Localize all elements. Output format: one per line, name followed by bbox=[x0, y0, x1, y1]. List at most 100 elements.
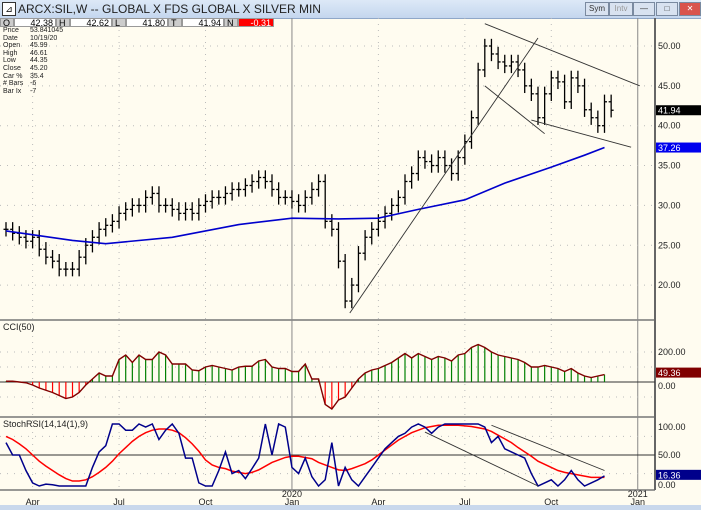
price-bar bbox=[296, 194, 302, 213]
info-panel: Price 53.841045 Date 10/19/20 Open 45.99 High 4… bbox=[3, 27, 63, 95]
y-tick-label: 35.00 bbox=[658, 161, 681, 171]
price-bar bbox=[362, 230, 368, 261]
ma-value-tag: 37.26 bbox=[658, 143, 681, 153]
price-bar bbox=[302, 190, 308, 213]
cci-tick-label: 200.00 bbox=[658, 347, 686, 357]
info-value: 45.20 bbox=[30, 64, 48, 72]
price-bar bbox=[555, 70, 561, 90]
price-bar bbox=[502, 54, 508, 74]
price-bar bbox=[528, 78, 534, 101]
price-bar bbox=[183, 202, 189, 221]
price-bar bbox=[236, 182, 242, 197]
price-bar bbox=[369, 222, 375, 245]
price-bar bbox=[316, 174, 322, 197]
y-tick-label: 20.00 bbox=[658, 280, 681, 290]
trendline bbox=[484, 23, 640, 87]
price-bar bbox=[109, 214, 115, 233]
open-value: 42.38 bbox=[14, 18, 56, 28]
info-key: Bar Ix bbox=[3, 87, 22, 95]
price-bar bbox=[242, 178, 248, 197]
low-key: L bbox=[112, 18, 126, 28]
cci-title: CCI(50) bbox=[3, 322, 35, 332]
price-bar bbox=[262, 170, 268, 189]
price-bar bbox=[50, 250, 56, 269]
price-bar bbox=[562, 74, 568, 109]
price-bar bbox=[43, 242, 49, 265]
x-tick-label: Jan bbox=[630, 497, 645, 505]
last-key: T bbox=[168, 18, 182, 28]
info-row: Low 44.35 bbox=[3, 57, 63, 65]
stochrsi-title: StochRSI(14,14(1),9) bbox=[3, 419, 88, 429]
trendline bbox=[349, 37, 539, 314]
price-bar bbox=[76, 250, 82, 277]
price-bar bbox=[149, 186, 155, 205]
net-key: N bbox=[224, 18, 238, 28]
info-key: Open bbox=[3, 42, 21, 50]
last-price-tag: 41.94 bbox=[658, 106, 681, 116]
price-bar bbox=[409, 166, 415, 189]
info-row: Car % 35.4 bbox=[3, 73, 63, 81]
price-bar bbox=[256, 170, 262, 189]
info-key: High bbox=[3, 49, 18, 57]
chart-canvas[interactable]: Apr Jul Oct2020Jan Apr Jul Oct2021Jan20.0025.… bbox=[0, 0, 701, 505]
x-tick-label: Oct bbox=[198, 497, 213, 505]
info-row: High 46.61 bbox=[3, 50, 63, 58]
price-bar bbox=[482, 38, 488, 78]
price-bar bbox=[136, 198, 142, 213]
info-key: Date bbox=[3, 34, 18, 42]
price-bar bbox=[488, 38, 494, 62]
x-tick-label: Jul bbox=[113, 497, 125, 505]
last-value: 41.94 bbox=[182, 18, 224, 28]
price-bar bbox=[289, 190, 295, 209]
price-bar bbox=[222, 186, 228, 205]
price-bar bbox=[535, 86, 541, 125]
info-row: Close 45.20 bbox=[3, 65, 63, 73]
price-bar bbox=[442, 150, 448, 173]
price-bar bbox=[595, 110, 601, 133]
price-bar bbox=[196, 198, 202, 221]
stoch-trendline bbox=[491, 424, 605, 471]
price-bar bbox=[342, 254, 348, 309]
high-key: H bbox=[56, 18, 70, 28]
high-value: 42.62 bbox=[70, 18, 112, 28]
net-change-value: -0.31 bbox=[238, 18, 274, 28]
price-bar bbox=[96, 222, 102, 245]
info-row: Price 53.841045 bbox=[3, 27, 63, 35]
price-bar bbox=[435, 150, 441, 173]
price-bar bbox=[329, 214, 335, 237]
price-bar bbox=[116, 206, 122, 229]
info-key: Close bbox=[3, 64, 21, 72]
price-bar bbox=[63, 261, 69, 277]
price-bar bbox=[515, 54, 521, 78]
info-key: Price bbox=[3, 27, 19, 34]
cci-tick-label: 0.00 bbox=[658, 381, 676, 391]
price-bar bbox=[89, 230, 95, 253]
info-row: Date 10/19/20 bbox=[3, 35, 63, 43]
price-bar bbox=[475, 62, 481, 125]
x-tick-label: Oct bbox=[544, 497, 559, 505]
info-value: 10/19/20 bbox=[30, 34, 58, 42]
price-bar bbox=[588, 102, 594, 125]
price-bar bbox=[189, 202, 195, 221]
info-row: Bar Ix -7 bbox=[3, 88, 63, 96]
price-bar bbox=[355, 246, 361, 293]
price-bar bbox=[103, 218, 109, 237]
price-bar bbox=[36, 230, 42, 257]
price-bar bbox=[3, 222, 9, 237]
price-bar bbox=[309, 182, 315, 205]
price-bar bbox=[169, 198, 175, 217]
y-tick-label: 45.00 bbox=[658, 81, 681, 91]
x-tick-label: Jan bbox=[285, 497, 300, 505]
price-bar bbox=[176, 202, 182, 221]
ohlc-bar: O 42.38 H 42.62 L 41.80 T 41.94 N -0.31 bbox=[0, 18, 274, 28]
info-row: # Bars -6 bbox=[3, 80, 63, 88]
stoch-tick-label: 100.00 bbox=[658, 422, 686, 432]
price-bar bbox=[395, 190, 401, 213]
status-strip bbox=[0, 505, 701, 510]
info-value: -6 bbox=[30, 80, 37, 88]
x-tick-label: Jul bbox=[459, 497, 471, 505]
info-value: -7 bbox=[30, 87, 37, 95]
info-value: 46.61 bbox=[30, 49, 48, 57]
cci-value-tag: 49.36 bbox=[658, 368, 681, 378]
y-tick-label: 25.00 bbox=[658, 240, 681, 250]
